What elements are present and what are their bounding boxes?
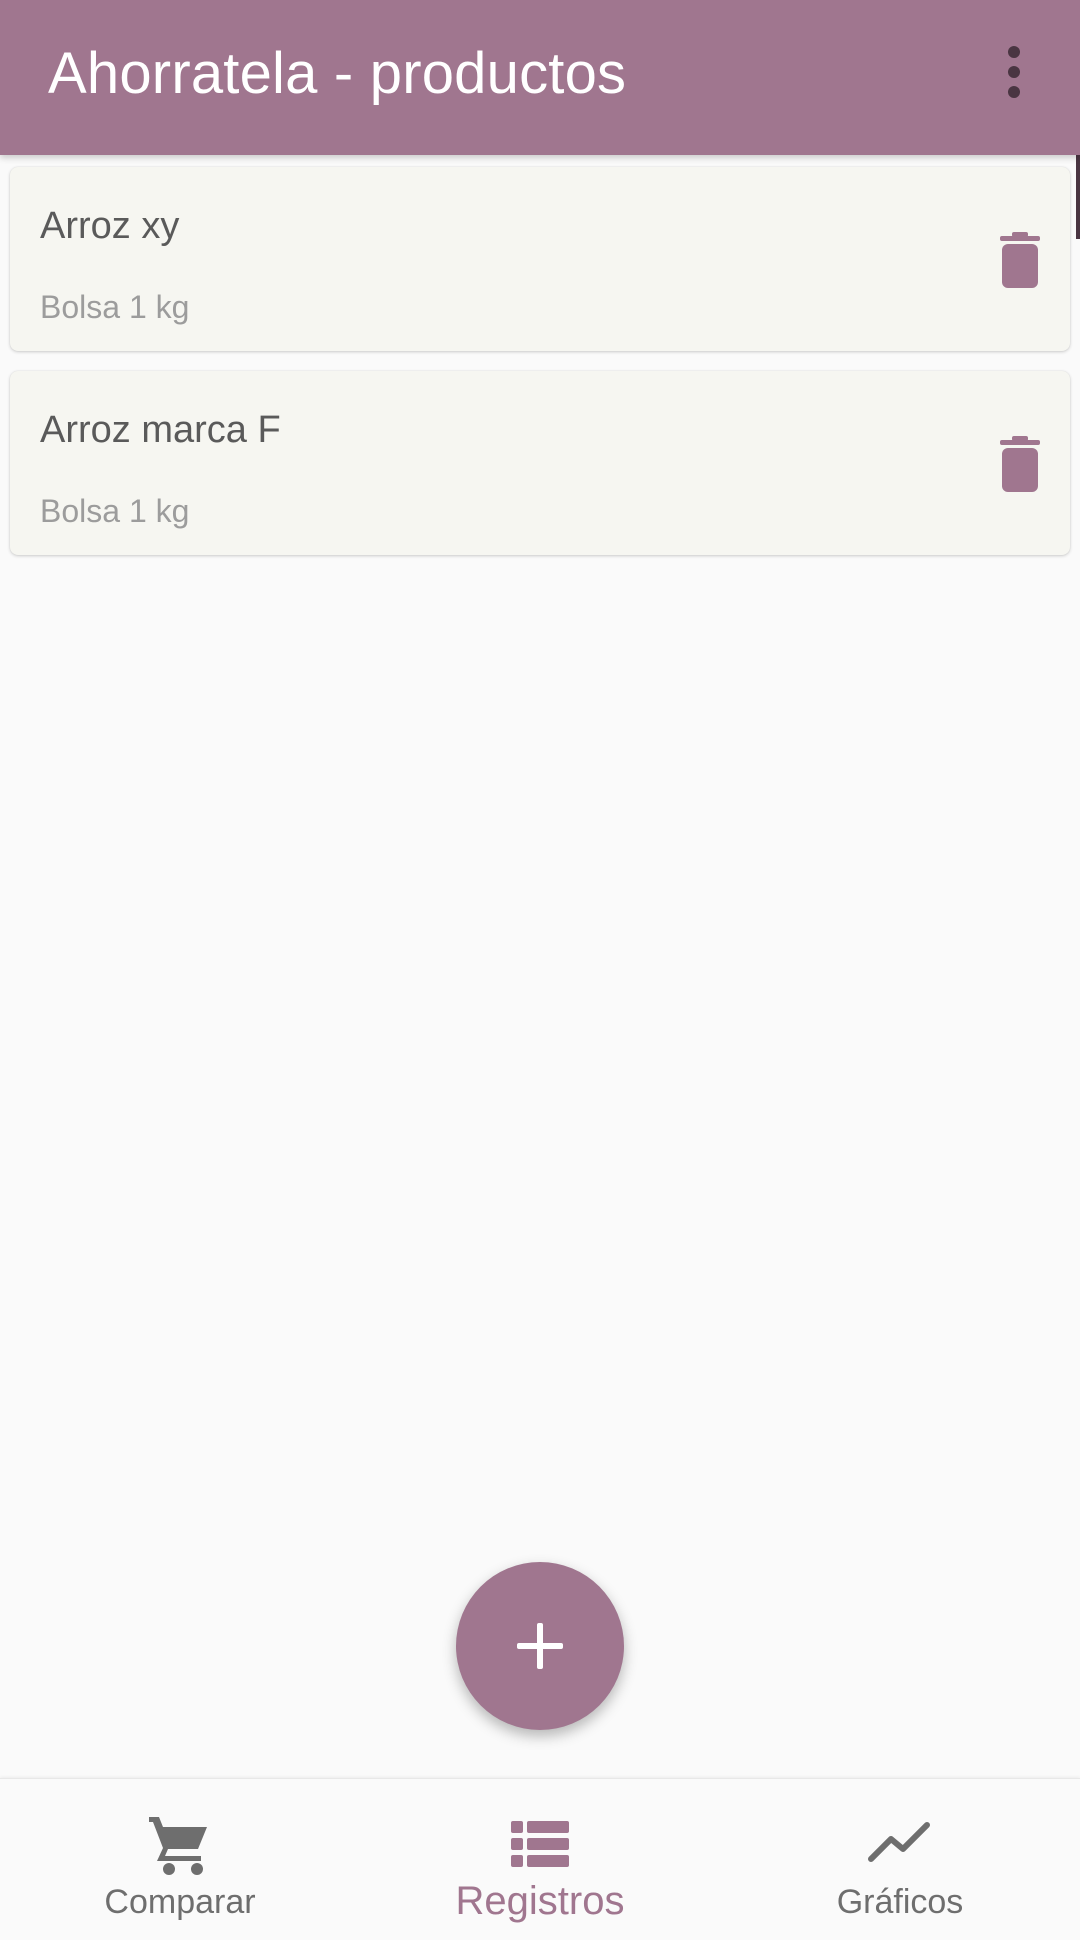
more-vert-icon-dot	[1008, 66, 1020, 78]
product-detail: Bolsa 1 kg	[40, 493, 190, 529]
nav-label-comparar: Comparar	[104, 1883, 256, 1921]
product-name: Arroz xy	[40, 205, 180, 247]
more-vert-icon-dot	[1008, 86, 1020, 98]
cart-icon	[149, 1817, 207, 1875]
nav-item-registros[interactable]: Registros	[360, 1779, 720, 1940]
bottom-navigation: Comparar Registros Gráficos	[0, 1778, 1080, 1940]
delete-button[interactable]	[988, 227, 1052, 293]
product-card[interactable]: Arroz marca F Bolsa 1 kg	[10, 371, 1070, 555]
product-card[interactable]: Arroz xy Bolsa 1 kg	[10, 167, 1070, 351]
trending-icon	[868, 1822, 930, 1862]
product-name: Arroz marca F	[40, 409, 281, 451]
app-screen: Ahorratela - productos Arroz xy Bolsa 1 …	[0, 0, 1080, 1940]
add-product-button[interactable]	[456, 1562, 624, 1730]
page-title: Ahorratela - productos	[48, 41, 627, 106]
product-detail: Bolsa 1 kg	[40, 289, 190, 325]
delete-button[interactable]	[988, 431, 1052, 497]
scroll-indicator	[1076, 155, 1080, 239]
nav-item-comparar[interactable]: Comparar	[0, 1779, 360, 1940]
nav-label-registros: Registros	[455, 1879, 625, 1923]
list-icon	[511, 1821, 569, 1867]
nav-item-graficos[interactable]: Gráficos	[720, 1779, 1080, 1940]
more-vert-icon	[1008, 46, 1020, 58]
app-bar: Ahorratela - productos	[0, 0, 1080, 155]
plus-icon	[517, 1623, 563, 1669]
more-options-button[interactable]	[986, 36, 1042, 108]
nav-label-graficos: Gráficos	[836, 1883, 964, 1921]
delete-icon	[1000, 232, 1040, 288]
delete-icon	[1000, 436, 1040, 492]
